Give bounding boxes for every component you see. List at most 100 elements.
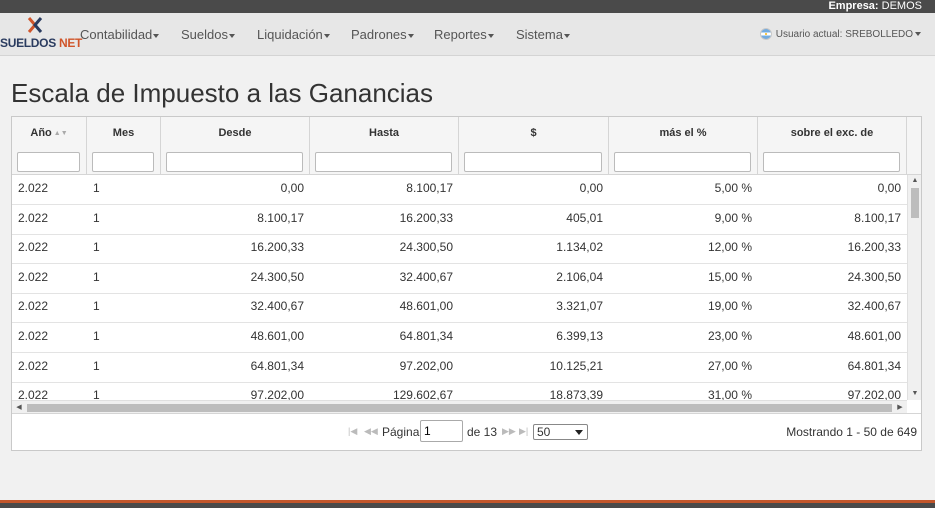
column-header-porcentaje[interactable]: más el % — [609, 117, 758, 175]
cell-excedente: 48.601,00 — [847, 329, 901, 343]
next-page-icon[interactable]: ▶▶ — [502, 426, 516, 437]
page-number-input[interactable] — [420, 420, 463, 442]
cell-anio: 2.022 — [18, 240, 49, 255]
scroll-up-icon[interactable]: ▲ — [908, 175, 922, 187]
filter-input-monto[interactable] — [464, 152, 602, 172]
cell-monto: 18.873,39 — [549, 388, 603, 400]
company-indicator: Empresa: DEMOS — [828, 0, 922, 13]
cell-excedente: 64.801,34 — [847, 358, 901, 373]
scrollbar-thumb[interactable] — [27, 404, 892, 412]
navbar: SUELDOS NET Contabilidad Sueldos Liquida… — [0, 13, 935, 56]
column-header-excedente[interactable]: sobre el exc. de — [758, 117, 907, 175]
cell-hasta: 48.601,00 — [399, 299, 453, 314]
table-row[interactable]: 2.022 1 97.202,00 129.602,67 18.873,39 31,00 … — [12, 382, 907, 400]
column-header-mes[interactable]: Mes — [87, 117, 161, 175]
app-logo[interactable]: SUELDOS NET — [0, 13, 82, 56]
last-page-icon[interactable]: ▶| — [519, 426, 528, 437]
cell-mes: 1 — [93, 358, 100, 373]
column-label: Hasta — [369, 127, 399, 139]
cell-excedente: 8.100,17 — [854, 210, 901, 225]
menu-sistema[interactable]: Sistema — [516, 13, 570, 56]
menu-padrones[interactable]: Padrones — [351, 13, 414, 56]
cell-anio: 2.022 — [18, 210, 49, 225]
table-row[interactable]: 2.022 1 8.100,17 16.200,33 405,01 9,00 % 8.100… — [12, 205, 907, 235]
column-label: Año — [30, 127, 52, 139]
filter-input-excedente[interactable] — [763, 152, 900, 172]
cell-porcentaje: 23,00 % — [707, 329, 752, 343]
cell-monto: 10.125,21 — [549, 358, 603, 373]
grid-header: Año ▲▼ Mes Desde Hasta $ más el % sobre e… — [12, 117, 921, 175]
user-menu[interactable]: Usuario actual: SREBOLLEDO — [759, 13, 921, 56]
logo-text-net: NET — [58, 36, 83, 50]
pager: |◀ ◀◀ Página de 13 ▶▶ ▶| 50 Mostrando 1 … — [12, 413, 921, 450]
cell-excedente: 16.200,33 — [847, 240, 901, 255]
cell-monto: 1.134,02 — [556, 240, 603, 255]
cell-hasta: 24.300,50 — [399, 240, 453, 255]
cell-porcentaje: 12,00 % — [707, 240, 752, 255]
filter-input-desde[interactable] — [166, 152, 303, 172]
cell-hasta: 16.200,33 — [399, 210, 453, 225]
menu-sueldos[interactable]: Sueldos — [181, 13, 235, 56]
filter-input-porcentaje[interactable] — [614, 152, 751, 172]
cell-porcentaje: 31,00 % — [707, 388, 752, 400]
page-size-select[interactable]: 50 — [533, 424, 588, 440]
cell-excedente: 24.300,50 — [847, 269, 901, 284]
caret-down-icon — [487, 33, 494, 38]
menu-liquidacion[interactable]: Liquidación — [257, 13, 330, 56]
caret-down-icon — [153, 33, 160, 38]
sort-icon[interactable]: ▲▼ — [54, 130, 68, 137]
table-row[interactable]: 2.022 1 32.400,67 48.601,00 3.321,07 19,00 % 3… — [12, 293, 907, 324]
cell-hasta: 64.801,34 — [399, 329, 453, 343]
records-summary: Mostrando 1 - 50 de 649 — [786, 425, 917, 439]
table-row[interactable]: 2.022 1 16.200,33 24.300,50 1.134,02 12,00 % 1… — [12, 234, 907, 265]
grid-body: 2.022 1 0,00 8.100,17 0,00 5,00 % 0,00 2.022 1 8.… — [12, 175, 907, 400]
horizontal-scrollbar[interactable]: ◀ ▶ — [12, 400, 907, 413]
cell-monto: 3.321,07 — [556, 299, 603, 314]
prev-page-icon[interactable]: ◀◀ — [364, 426, 378, 437]
menu-contabilidad[interactable]: Contabilidad — [80, 13, 160, 56]
filter-input-mes[interactable] — [92, 152, 154, 172]
scrollbar-thumb[interactable] — [911, 188, 919, 218]
cell-desde: 0,00 — [280, 181, 304, 195]
cell-porcentaje: 9,00 % — [714, 210, 752, 225]
column-header-anio[interactable]: Año ▲▼ — [12, 117, 87, 175]
cell-anio: 2.022 — [18, 269, 49, 284]
table-row[interactable]: 2.022 1 48.601,00 64.801,34 6.399,13 23,00 % 4… — [12, 323, 907, 353]
caret-down-icon — [323, 33, 330, 38]
cell-hasta: 129.602,67 — [392, 388, 453, 400]
menu-label: Padrones — [351, 27, 407, 42]
cell-porcentaje: 27,00 % — [707, 358, 752, 373]
menu-label: Liquidación — [257, 27, 323, 42]
cell-anio: 2.022 — [18, 329, 49, 343]
page-size-value: 50 — [537, 425, 551, 439]
table-row[interactable]: 2.022 1 24.300,50 32.400,67 2.106,04 15,00 % 2… — [12, 264, 907, 294]
table-row[interactable]: 2.022 1 0,00 8.100,17 0,00 5,00 % 0,00 — [12, 175, 907, 205]
filter-input-anio[interactable] — [17, 152, 80, 172]
scroll-down-icon[interactable]: ▼ — [908, 388, 922, 400]
cell-hasta: 97.202,00 — [399, 358, 453, 373]
cell-hasta: 32.400,67 — [399, 269, 453, 284]
menu-reportes[interactable]: Reportes — [434, 13, 494, 56]
column-header-hasta[interactable]: Hasta — [310, 117, 459, 175]
dropdown-arrow-icon — [575, 430, 583, 435]
cell-mes: 1 — [93, 329, 100, 343]
page-title: Escala de Impuesto a las Ganancias — [11, 78, 434, 108]
cell-excedente: 32.400,67 — [847, 299, 901, 314]
cell-desde: 8.100,17 — [257, 210, 304, 225]
caret-down-icon — [563, 33, 570, 38]
top-bar: Empresa: DEMOS — [0, 0, 935, 13]
cell-monto: 6.399,13 — [556, 329, 603, 343]
page-label: Página — [382, 425, 420, 439]
column-header-monto[interactable]: $ — [459, 117, 609, 175]
filter-input-hasta[interactable] — [315, 152, 452, 172]
vertical-scrollbar[interactable]: ▲ ▼ — [907, 175, 921, 400]
cell-porcentaje: 5,00 % — [714, 181, 752, 195]
cell-desde: 24.300,50 — [250, 269, 304, 284]
column-header-desde[interactable]: Desde — [161, 117, 310, 175]
logo-mark-icon — [27, 17, 43, 33]
cell-desde: 16.200,33 — [250, 240, 304, 255]
first-page-icon[interactable]: |◀ — [348, 426, 357, 437]
cell-porcentaje: 19,00 % — [707, 299, 752, 314]
logo-text-sueldos: SUELDOS — [0, 36, 56, 50]
table-row[interactable]: 2.022 1 64.801,34 97.202,00 10.125,21 27,00 %… — [12, 353, 907, 383]
